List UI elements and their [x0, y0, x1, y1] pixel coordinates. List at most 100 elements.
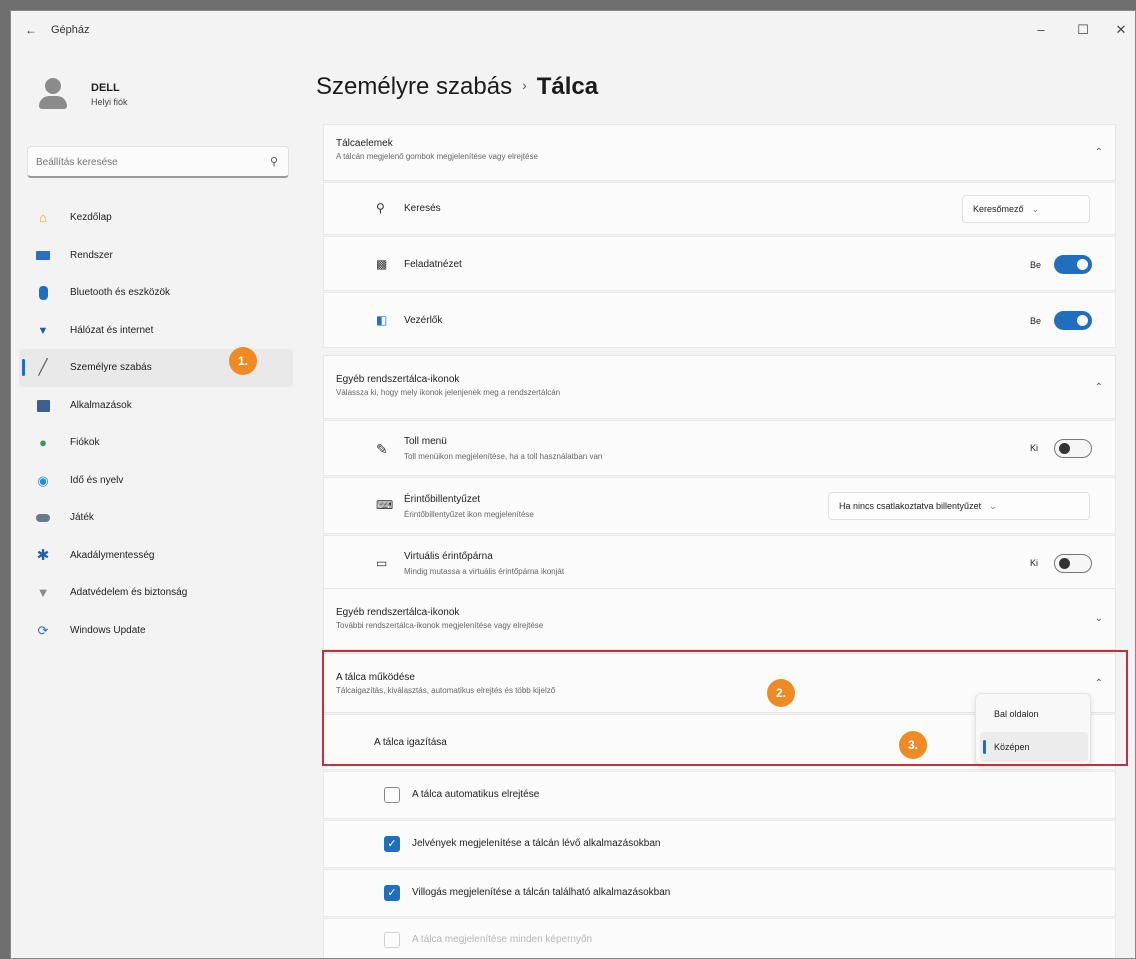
sidebar-item-label: Akadálymentesség [70, 549, 155, 561]
sidebar-item-gaming[interactable]: Játék [19, 499, 293, 537]
user-name: DELL [91, 82, 120, 94]
chevron-down-icon[interactable]: ⌄ [1095, 613, 1103, 624]
row-search: ⚲ Keresés Keresőmező ⌄ [323, 182, 1116, 235]
toggle-state-label: Ki [1030, 558, 1039, 568]
title-bar: ← Gépház – ☐ ✕ [11, 11, 1135, 47]
flashing-checkbox[interactable]: ✓ [384, 885, 400, 901]
sidebar-item-accessibility[interactable]: ✱ Akadálymentesség [19, 537, 293, 575]
chevron-up-icon[interactable]: ⌃ [1095, 147, 1103, 158]
sidebar-item-label: Rendszer [70, 249, 113, 261]
taskview-toggle[interactable] [1054, 255, 1092, 274]
section-taskbar-items-header[interactable]: Tálcaelemek A tálcán megjelenő gombok me… [323, 124, 1116, 181]
search-input[interactable] [36, 154, 256, 170]
sidebar-item-label: Játék [70, 512, 94, 523]
toggle-state-label: Ki [1030, 443, 1039, 453]
section-subtitle: Válassza ki, hogy mely ikonok jelenjenek… [336, 388, 561, 397]
row-taskview: ▩ Feladatnézet Be [323, 236, 1116, 291]
row-label: Keresés [404, 203, 441, 214]
chevron-down-icon: ⌄ [989, 501, 997, 511]
touch-keyboard-dropdown[interactable]: Ha nincs csatlakoztatva billentyűzet ⌄ [828, 492, 1090, 520]
checkbox-label: Jelvények megjelenítése a tálcán lévő al… [412, 838, 661, 849]
sidebar-item-label: Windows Update [70, 624, 146, 636]
row-description: Toll menüikon megjelenítése, ha a toll h… [404, 452, 603, 461]
sidebar-item-system[interactable]: Rendszer [19, 237, 293, 275]
breadcrumb-parent[interactable]: Személyre szabás [316, 73, 512, 100]
checkbox-label: Villogás megjelenítése a tálcán találhat… [412, 887, 671, 898]
avatar[interactable] [35, 75, 71, 111]
row-label: Virtuális érintőpárna [404, 551, 493, 562]
person-icon: ● [39, 435, 47, 450]
taskview-icon: ▩ [376, 257, 388, 271]
sidebar-item-label: Hálózat és internet [70, 324, 154, 336]
toggle-state-label: Be [1030, 260, 1042, 270]
shield-icon: ▼ [36, 585, 50, 600]
search-icon[interactable]: ⚲ [270, 155, 278, 168]
chevron-down-icon: ⌄ [1031, 204, 1040, 214]
search-box[interactable]: ⚲ [27, 146, 289, 178]
virtual-touchpad-toggle[interactable] [1054, 554, 1092, 573]
row-label: Érintőbillentyűzet [404, 494, 481, 505]
sidebar-item-label: Idő és nyelv [70, 474, 124, 486]
touchpad-icon: ▭ [376, 556, 388, 570]
section-title: Tálcaelemek [336, 138, 393, 149]
dropdown-value: Keresőmező [973, 204, 1024, 214]
toggle-state-label: Be [1030, 316, 1042, 326]
sidebar-item-label: Fiókok [70, 437, 100, 448]
sidebar-item-label: Kezdőlap [70, 212, 112, 223]
row-description: Érintőbillentyűzet ikon megjelenítése [404, 510, 534, 519]
section-corner-icons-header[interactable]: Egyéb rendszertálca-ikonok Válassza ki, … [323, 355, 1116, 419]
selection-indicator [22, 359, 25, 376]
keyboard-icon: ⌨ [376, 498, 394, 512]
section-title: Egyéb rendszertálca-ikonok [336, 374, 460, 385]
sidebar-item-home[interactable]: ⌂ Kezdőlap [19, 199, 293, 237]
sidebar-item-label: Bluetooth és eszközök [70, 287, 171, 298]
section-subtitle: További rendszertálca-ikonok megjeleníté… [336, 621, 544, 630]
bluetooth-icon [35, 285, 51, 301]
update-icon: ⟳ [37, 622, 49, 638]
home-icon: ⌂ [39, 210, 47, 225]
section-overflow-header[interactable]: Egyéb rendszertálca-ikonok További rends… [323, 588, 1116, 650]
auto-hide-checkbox[interactable] [384, 787, 400, 803]
minimize-button[interactable]: – [1021, 17, 1061, 43]
search-icon: ⚲ [376, 201, 385, 215]
row-label: Vezérlők [404, 315, 443, 326]
accessibility-icon: ✱ [36, 546, 50, 564]
sidebar-item-apps[interactable]: Alkalmazások [19, 387, 293, 425]
row-widgets: ◧ Vezérlők Be [323, 292, 1116, 348]
checkbox-label: A tálca megjelenítése minden képernyőn [412, 934, 593, 945]
maximize-button[interactable]: ☐ [1063, 17, 1103, 43]
all-displays-checkbox[interactable] [384, 932, 400, 948]
page-title: Tálca [536, 73, 599, 100]
row-auto-hide: A tálca automatikus elrejtése [323, 771, 1116, 819]
section-subtitle: A tálcán megjelenő gombok megjelenítése … [336, 152, 538, 161]
breadcrumb: Személyre szabás › Tálca [316, 73, 598, 101]
step-badge-1: 1. [229, 347, 257, 375]
badges-checkbox[interactable]: ✓ [384, 836, 400, 852]
sidebar-item-bluetooth[interactable]: Bluetooth és eszközök [19, 274, 293, 312]
pen-menu-toggle[interactable] [1054, 439, 1092, 458]
breadcrumb-separator: › [522, 77, 527, 93]
sidebar-item-time-language[interactable]: ◉ Idő és nyelv [19, 462, 293, 500]
close-button[interactable]: ✕ [1101, 17, 1135, 43]
row-badges: ✓ Jelvények megjelenítése a tálcán lévő … [323, 820, 1116, 868]
back-arrow-icon[interactable]: ← [25, 23, 37, 37]
dropdown-value: Ha nincs csatlakoztatva billentyűzet [839, 501, 982, 511]
sidebar-item-accounts[interactable]: ● Fiókok [19, 424, 293, 462]
sidebar-item-label: Adatvédelem és biztonság [70, 587, 188, 598]
sidebar-item-network[interactable]: ▼ Hálózat és internet [19, 312, 293, 350]
widgets-icon: ◧ [376, 313, 388, 327]
row-virtual-touchpad: ▭ Virtuális érintőpárna Mindig mutassa a… [323, 535, 1116, 591]
highlight-frame [322, 650, 1128, 766]
row-label: Toll menü [404, 436, 447, 447]
app-title: Gépház [51, 24, 90, 36]
sidebar-item-privacy[interactable]: ▼ Adatvédelem és biztonság [19, 574, 293, 612]
globe-clock-icon: ◉ [37, 472, 49, 488]
settings-window: ← Gépház – ☐ ✕ DELL Helyi fiók ⚲ ⌂ Kezdő… [10, 10, 1136, 959]
sidebar-item-windows-update[interactable]: ⟳ Windows Update [19, 612, 293, 650]
user-account-type: Helyi fiók [91, 97, 128, 107]
row-pen-menu: ✎ Toll menü Toll menüikon megjelenítése,… [323, 420, 1116, 476]
section-title: Egyéb rendszertálca-ikonok [336, 607, 460, 618]
chevron-up-icon[interactable]: ⌃ [1095, 382, 1103, 393]
widgets-toggle[interactable] [1054, 311, 1092, 330]
search-mode-dropdown[interactable]: Keresőmező ⌄ [962, 195, 1090, 223]
